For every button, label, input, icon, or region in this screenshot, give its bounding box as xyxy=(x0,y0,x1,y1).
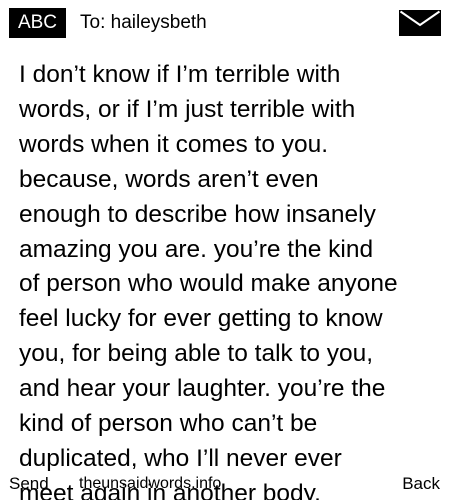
message-body[interactable]: I don’t know if I’m terrible with words,… xyxy=(19,58,439,500)
send-softkey[interactable]: Send xyxy=(9,473,49,495)
watermark-text: theunsaidwords.info xyxy=(79,475,222,492)
sms-compose-screen: ABC To: haileysbeth I don’t know if I’m … xyxy=(0,0,450,500)
envelope-icon xyxy=(399,10,441,36)
recipient-field[interactable]: To: haileysbeth xyxy=(80,11,207,35)
compose-header: ABC To: haileysbeth xyxy=(0,0,450,44)
input-mode-badge[interactable]: ABC xyxy=(9,8,66,38)
back-softkey[interactable]: Back xyxy=(402,473,440,495)
